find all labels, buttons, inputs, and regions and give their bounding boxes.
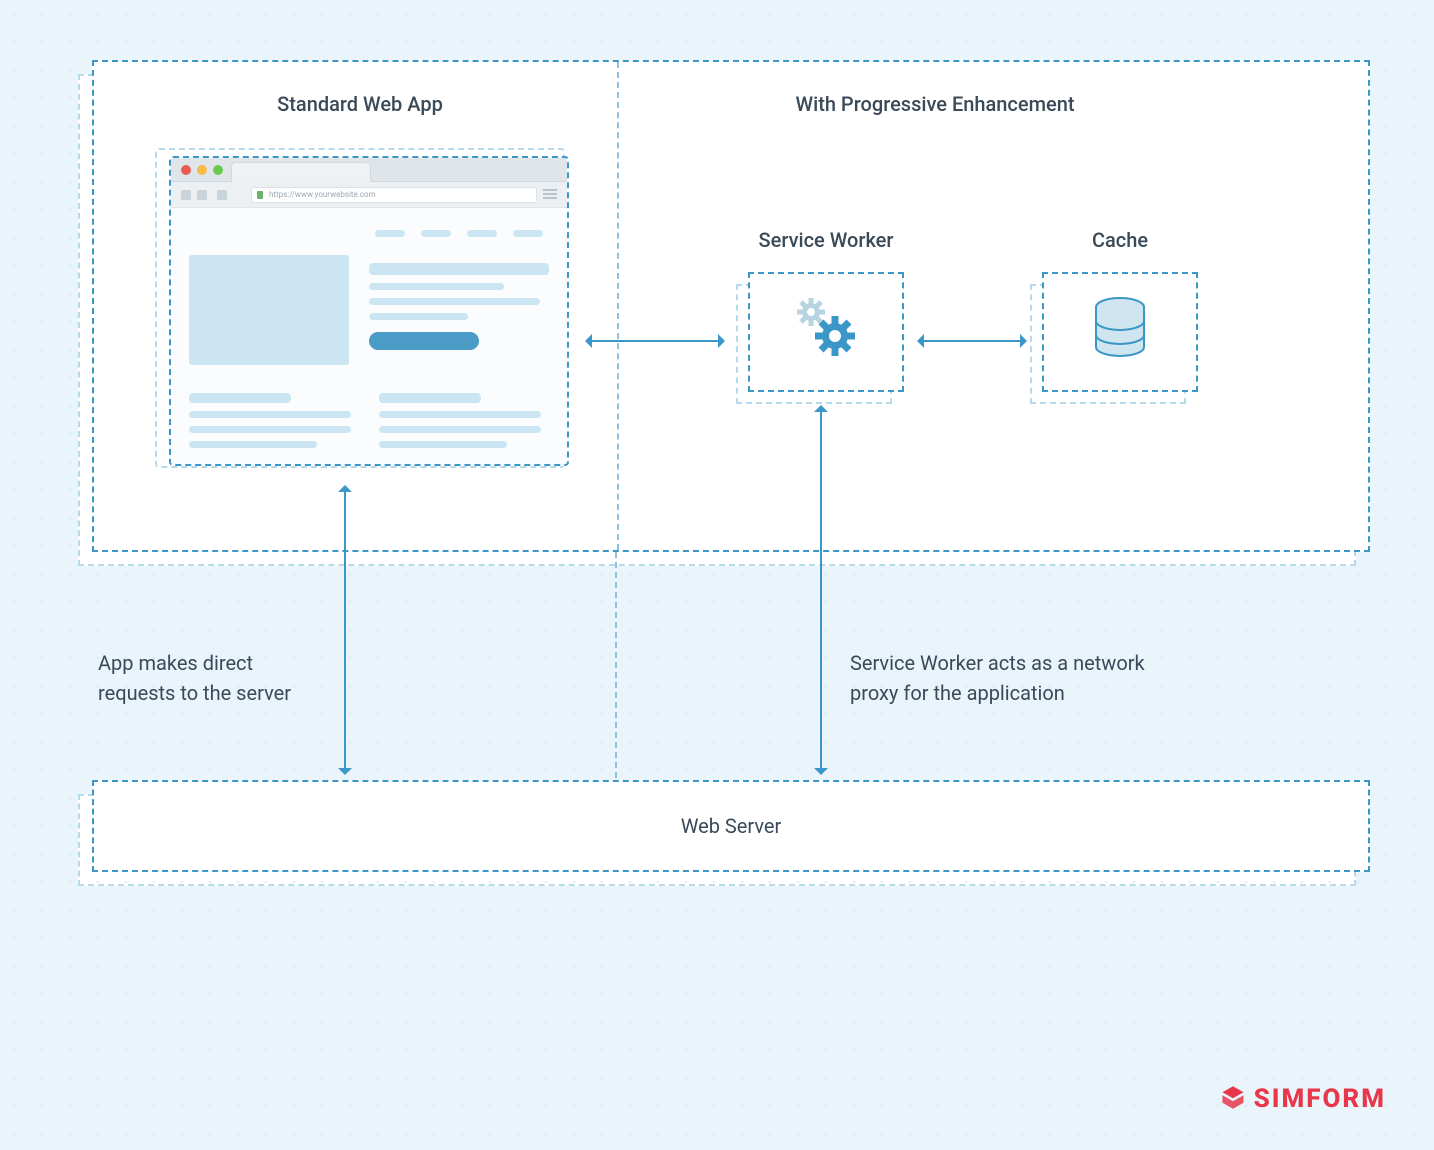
browser-tab: [231, 162, 371, 182]
gear-icon: [791, 298, 861, 366]
arrow-service-worker-to-server: [820, 410, 822, 770]
browser-tabbar: [171, 158, 567, 182]
service-worker-label: Service Worker: [726, 228, 926, 252]
center-divider-extension: [615, 552, 617, 778]
service-worker-node: [748, 272, 904, 392]
back-icon: [181, 190, 191, 200]
web-server-label: Web Server: [681, 814, 782, 838]
cache-label: Cache: [1040, 228, 1200, 252]
browser-page-skeleton: [171, 208, 567, 466]
traffic-light-close-icon: [181, 165, 191, 175]
traffic-light-minimize-icon: [197, 165, 207, 175]
forward-icon: [197, 190, 207, 200]
caption-right: Service Worker acts as a network proxy f…: [850, 648, 1170, 708]
arrow-service-worker-to-cache: [922, 340, 1022, 342]
right-column-title: With Progressive Enhancement: [745, 92, 1125, 116]
caption-left: App makes direct requests to the server: [98, 648, 333, 708]
vertical-divider: [617, 62, 619, 550]
hamburger-icon: [543, 189, 557, 201]
simform-mark-icon: [1218, 1084, 1248, 1114]
browser-address-bar: https://www.yourwebsite.com: [171, 182, 567, 208]
left-column-title: Standard Web App: [230, 92, 490, 116]
traffic-light-maximize-icon: [213, 165, 223, 175]
brand-logo: SIMFORM: [1218, 1084, 1386, 1114]
reload-icon: [217, 190, 227, 200]
brand-text: SIMFORM: [1254, 1084, 1386, 1114]
arrow-app-to-server: [344, 490, 346, 770]
lock-icon: [257, 191, 263, 199]
cache-node: [1042, 272, 1198, 392]
arrow-browser-to-service-worker: [590, 340, 720, 342]
web-server-box: Web Server: [92, 780, 1370, 872]
url-text: https://www.yourwebsite.com: [269, 190, 376, 199]
database-icon: [1092, 297, 1148, 367]
